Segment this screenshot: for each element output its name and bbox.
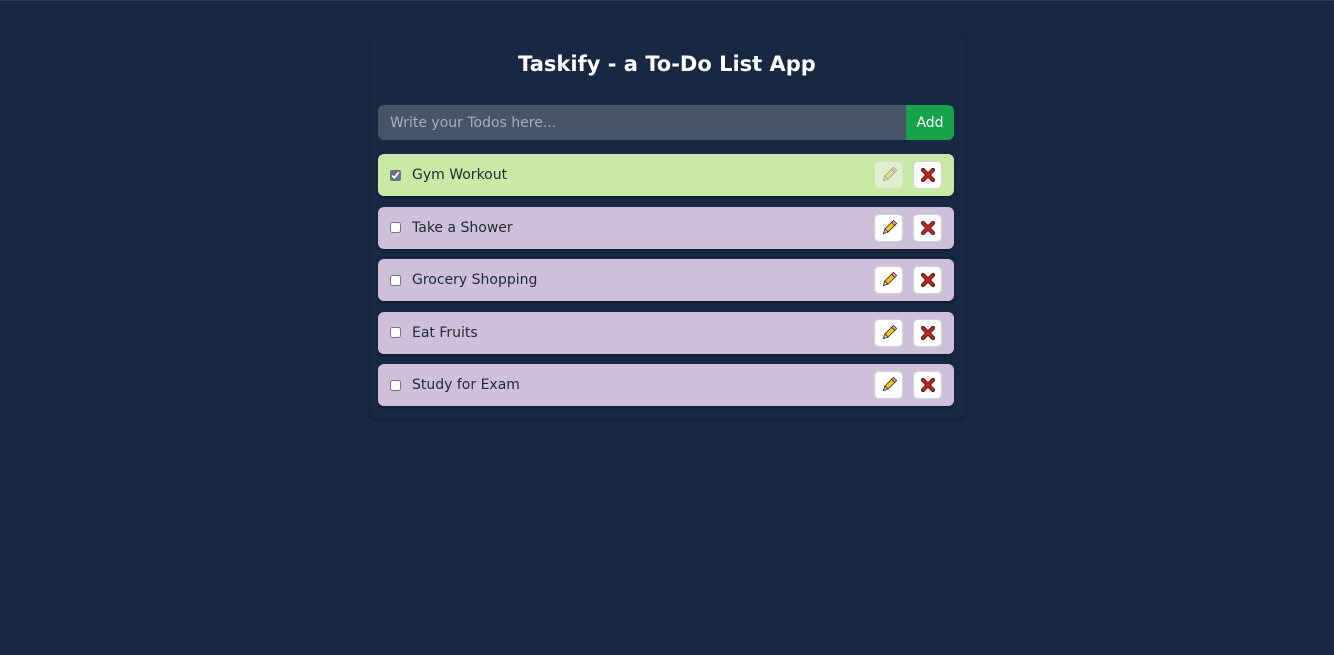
todo-text: Grocery Shopping [412, 272, 538, 288]
todo-checkbox[interactable] [390, 222, 401, 233]
todo-item: Study for Exam [378, 364, 954, 406]
todo-checkbox[interactable] [390, 274, 401, 286]
cross-mark-icon [920, 377, 936, 393]
cross-mark-icon [920, 167, 936, 183]
todo-list: Gym Workout Take a Shower Grocery Shoppi… [378, 154, 954, 417]
pencil-icon [880, 324, 898, 342]
pencil-icon [880, 271, 898, 289]
pencil-icon [880, 219, 898, 237]
edit-button[interactable] [874, 371, 903, 399]
todo-checkbox[interactable] [390, 379, 401, 391]
todo-input-row: Add [378, 105, 954, 140]
delete-button[interactable] [913, 318, 942, 347]
todo-text: Gym Workout [412, 167, 508, 183]
delete-button[interactable] [913, 266, 942, 294]
edit-button[interactable] [874, 161, 903, 189]
todo-item: Eat Fruits [378, 311, 954, 354]
edit-button[interactable] [874, 318, 903, 347]
todo-text: Eat Fruits [412, 324, 478, 341]
delete-button[interactable] [913, 161, 942, 189]
window-top-border [0, 0, 1334, 1]
delete-button[interactable] [913, 213, 942, 242]
todo-checkbox[interactable] [390, 327, 401, 338]
page-title: Taskify - a To-Do List App [518, 52, 816, 76]
todo-item: Grocery Shopping [378, 259, 954, 301]
cross-mark-icon [920, 272, 936, 288]
add-button[interactable]: Add [906, 105, 954, 140]
cross-mark-icon [920, 220, 936, 236]
edit-button[interactable] [874, 213, 903, 242]
delete-button[interactable] [913, 371, 942, 399]
todo-item: Gym Workout [378, 154, 954, 196]
todo-text: Take a Shower [412, 219, 513, 236]
todo-checkbox[interactable] [390, 169, 401, 181]
pencil-icon [880, 376, 898, 394]
todo-item: Take a Shower [378, 206, 954, 249]
todo-text: Study for Exam [412, 377, 520, 393]
cross-mark-icon [920, 325, 936, 341]
edit-button[interactable] [874, 266, 903, 294]
pencil-icon [880, 166, 898, 184]
todo-input[interactable] [378, 105, 906, 140]
